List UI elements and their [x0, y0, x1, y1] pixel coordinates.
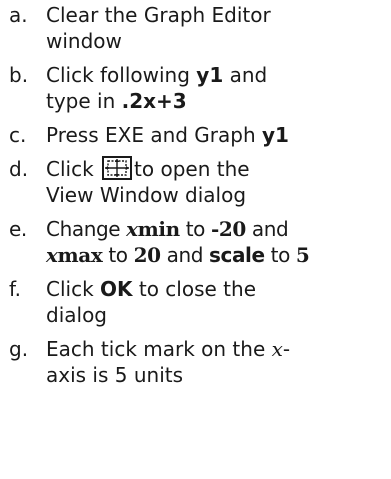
step-text: Click	[46, 157, 101, 181]
step-text: to	[102, 243, 134, 267]
step-c: c. Press EXE and Graph y1	[0, 122, 391, 148]
step-text: and	[223, 63, 268, 87]
step-marker: b.	[9, 63, 29, 87]
ok-label: OK	[100, 277, 133, 301]
step-b: b. Click following y1 and type in .2x+3	[0, 62, 391, 114]
step-text: Each tick mark on the	[46, 337, 272, 361]
step-marker: e.	[9, 217, 27, 241]
step-text: View Window dialog	[46, 183, 247, 207]
step-text: -	[282, 337, 291, 361]
xmin-var: x	[126, 217, 138, 241]
xmin-label: min	[137, 217, 181, 241]
step-text: Clear the Graph Editor	[46, 3, 271, 27]
step-text: axis is 5 units	[46, 363, 184, 387]
step-text: Click following	[46, 63, 197, 87]
step-text: dialog	[46, 303, 107, 327]
variable-y1: y1	[262, 123, 289, 147]
step-marker: a.	[9, 3, 28, 27]
instruction-list: a. Clear the Graph Editor window b. Clic…	[0, 0, 391, 396]
view-window-icon	[102, 156, 133, 180]
xmax-label: max	[57, 243, 103, 267]
xmax-var: x	[46, 243, 58, 267]
expression: .2x+3	[121, 89, 187, 113]
step-text: type in	[46, 89, 122, 113]
step-text: Change	[46, 217, 127, 241]
x-variable: x	[271, 337, 283, 361]
step-text: to close the	[132, 277, 257, 301]
step-text: to	[264, 243, 296, 267]
step-g: g. Each tick mark on the x- axis is 5 un…	[0, 336, 391, 388]
step-marker: c.	[9, 123, 27, 147]
step-text: to open the	[134, 157, 250, 181]
step-text: and	[160, 243, 209, 267]
step-marker: f.	[9, 277, 21, 301]
step-a: a. Clear the Graph Editor window	[0, 2, 391, 54]
step-e: e. Change xmin to -20 and xmax to 20 and…	[0, 216, 391, 268]
step-d: d. Click to open the View Window dialog	[0, 156, 391, 208]
xmax-value: 20	[133, 243, 161, 267]
variable-y1: y1	[196, 63, 224, 87]
step-text: to	[179, 217, 211, 241]
step-text: window	[46, 29, 122, 53]
step-text: and	[245, 217, 289, 241]
step-text: Click	[46, 277, 101, 301]
step-marker: d.	[9, 157, 29, 181]
scale-label: scale	[208, 243, 265, 267]
step-marker: g.	[9, 337, 29, 361]
step-f: f. Click OK to close the dialog	[0, 276, 391, 328]
xmin-value: -20	[210, 217, 246, 241]
step-text: Press EXE and Graph	[46, 123, 263, 147]
scale-value: 5	[295, 243, 310, 267]
